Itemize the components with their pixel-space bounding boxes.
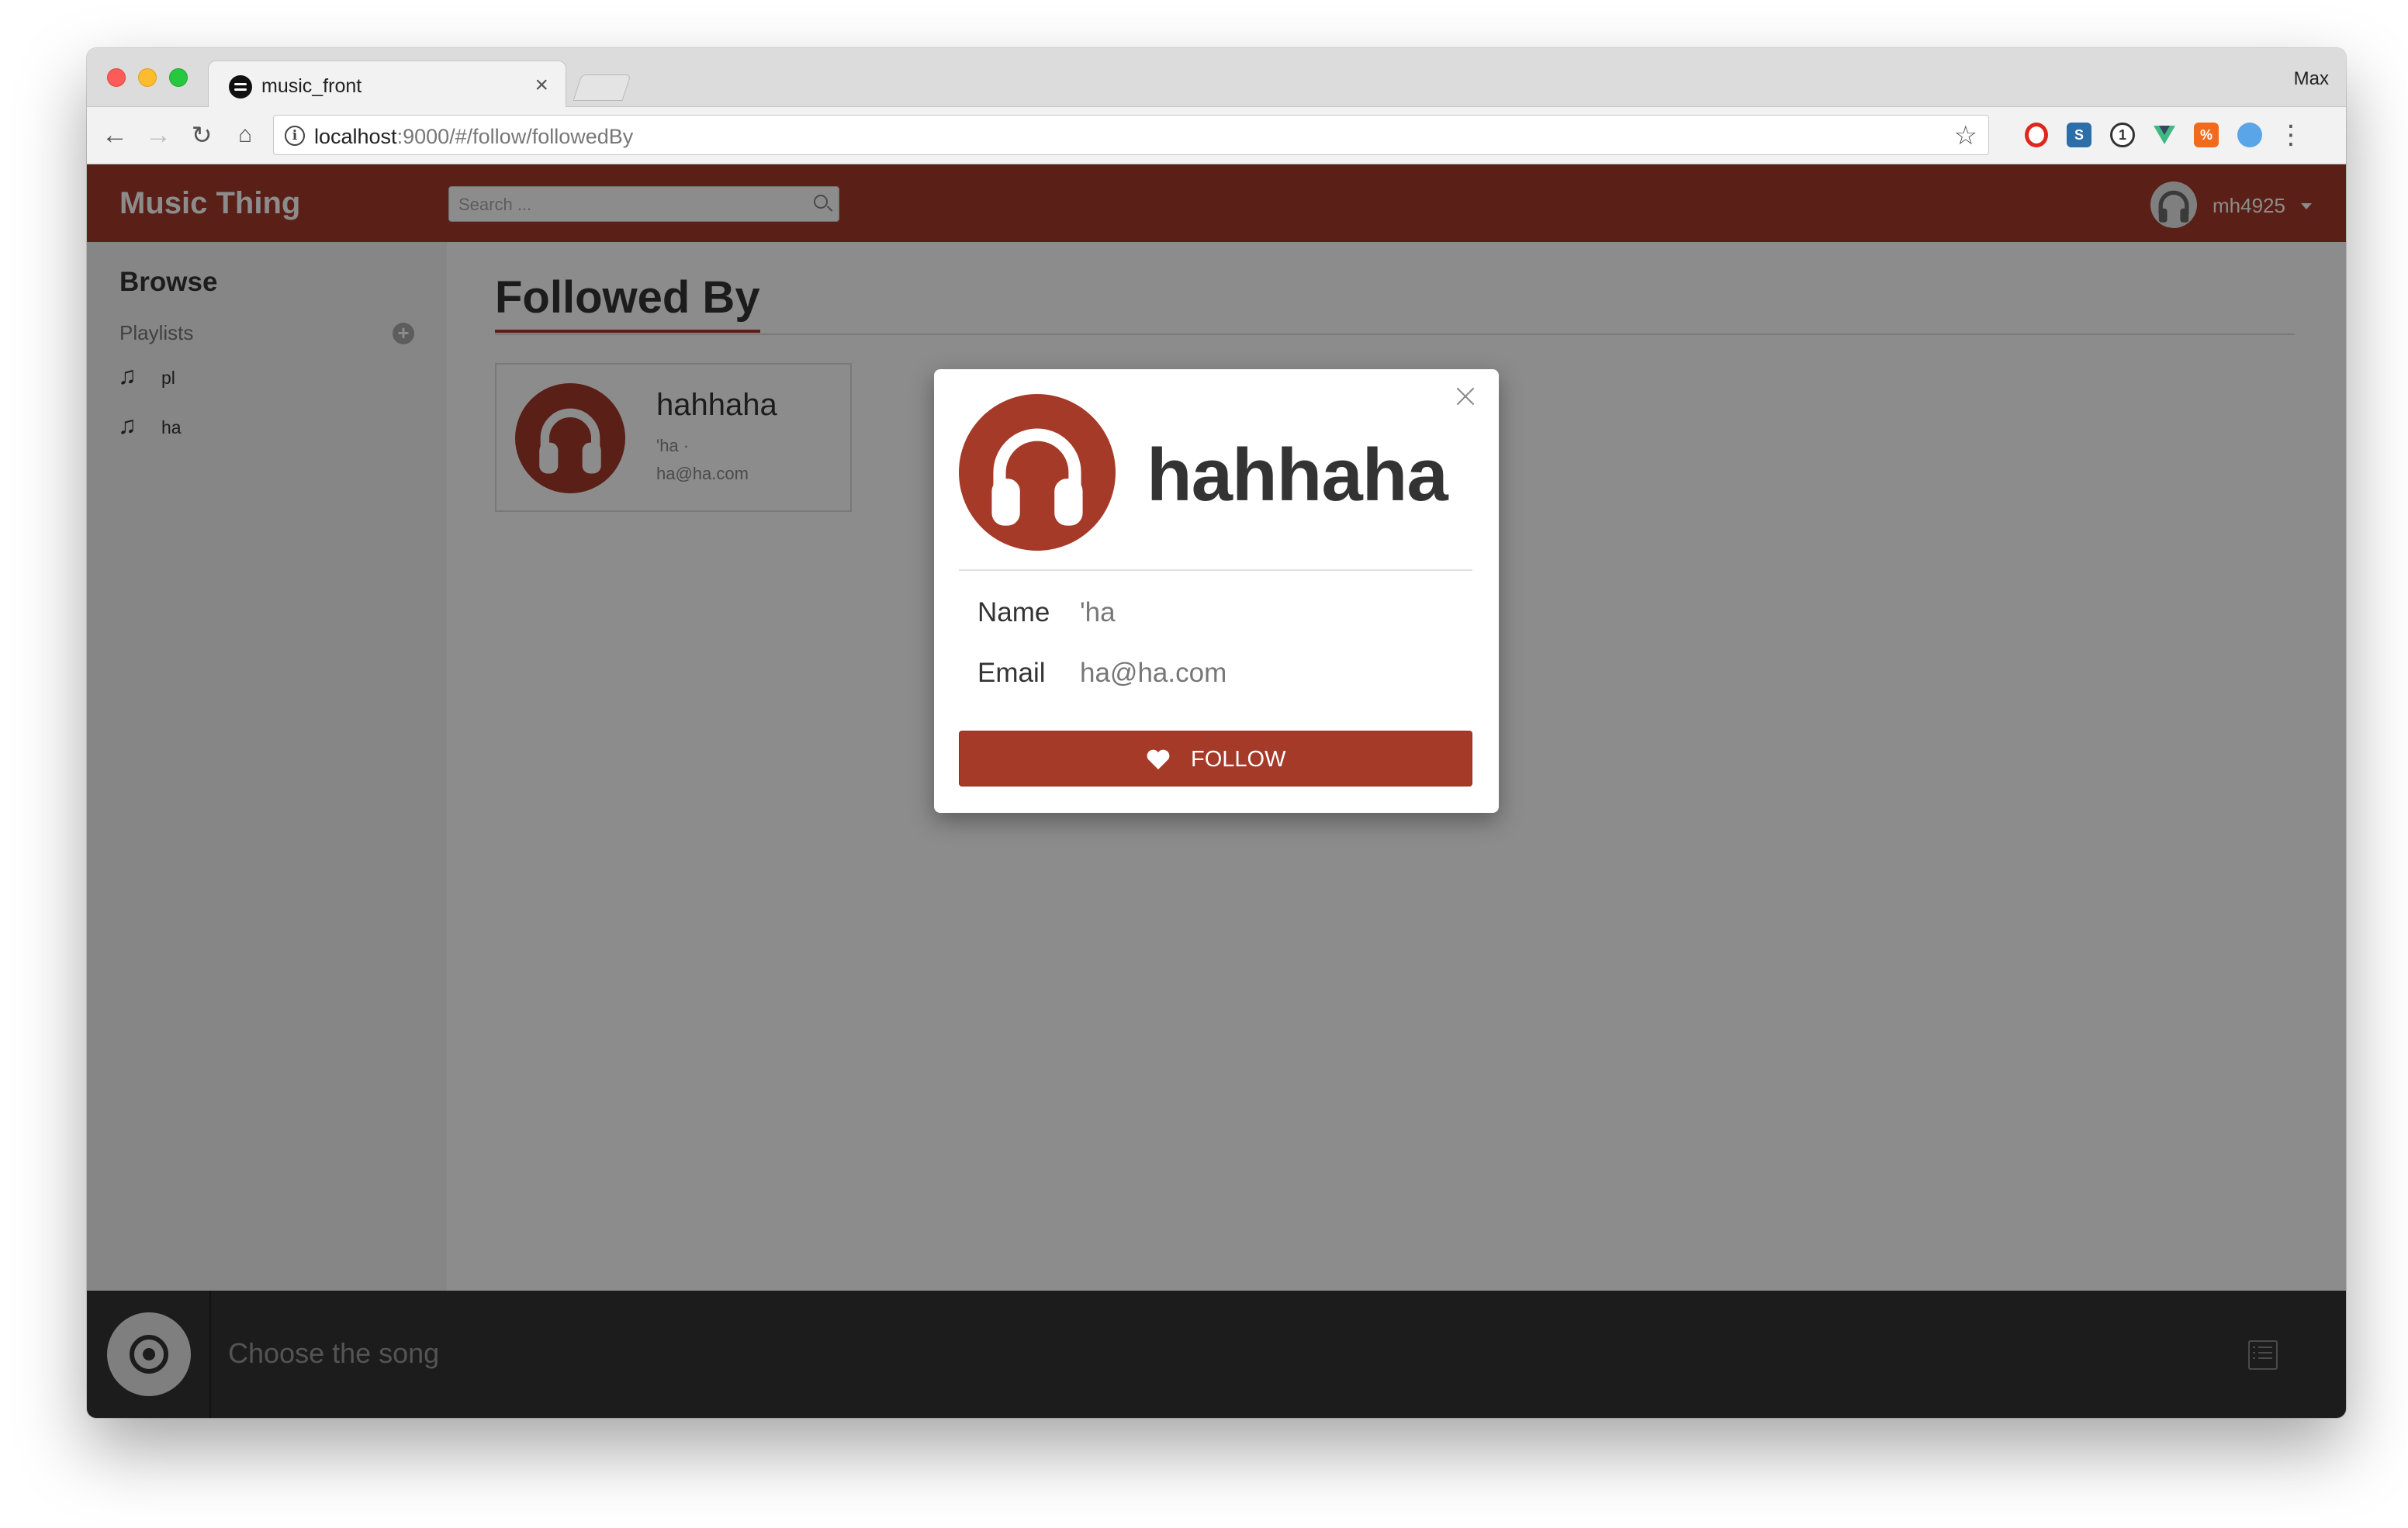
close-window-button[interactable] (107, 68, 126, 87)
browser-toolbar: ← → ↻ ⌂ i localhost:9000/#/follow/follow… (87, 107, 2346, 164)
back-arrow-icon[interactable]: ← (98, 118, 132, 152)
modal-username: hahhaha (1147, 434, 1448, 517)
blue-extension-icon[interactable] (2237, 123, 2262, 147)
headphones-icon (991, 428, 1083, 526)
follow-label: FOLLOW (1191, 747, 1286, 772)
opera-extension-icon[interactable] (2025, 123, 2048, 147)
heart-icon (1147, 749, 1170, 769)
maximize-window-button[interactable] (169, 68, 188, 87)
home-icon[interactable]: ⌂ (228, 118, 262, 152)
vue-devtools-icon[interactable] (2152, 123, 2177, 147)
name-value: 'ha (1080, 597, 1116, 627)
email-value: ha@ha.com (1080, 658, 1227, 688)
s-extension-icon[interactable]: S (2067, 123, 2091, 147)
tab-title: music_front (261, 75, 362, 97)
new-tab-button[interactable] (573, 74, 631, 101)
tab-strip: music_front × Max (87, 48, 2346, 109)
reload-icon[interactable]: ↻ (185, 118, 219, 152)
minimize-window-button[interactable] (138, 68, 157, 87)
tab-close-icon[interactable]: × (535, 72, 548, 99)
user-profile-modal: hahhaha Name 'ha Email ha@ha.com FOLLOW (934, 369, 1499, 813)
url-path: :9000/#/follow/followedBy (396, 125, 634, 148)
address-bar[interactable]: i localhost:9000/#/follow/followedBy ☆ (273, 115, 1989, 155)
name-label: Name (977, 597, 1050, 627)
modal-divider (959, 569, 1472, 571)
url-host: localhost (314, 125, 397, 148)
forward-arrow-icon[interactable]: → (141, 118, 175, 152)
email-label: Email (977, 658, 1046, 688)
browser-window: music_front × Max ← → ↻ ⌂ i localhost:90… (87, 48, 2346, 1418)
browser-tab[interactable]: music_front × (208, 60, 566, 109)
app: Music Thing mh4925 Browse Playlists (87, 164, 2346, 1418)
info-icon[interactable]: i (285, 126, 305, 146)
modal-avatar (959, 394, 1116, 551)
browser-profile-name[interactable]: Max (2294, 68, 2329, 90)
url-text[interactable]: localhost:9000/#/follow/followedBy (314, 125, 633, 149)
modal-backdrop-top[interactable] (87, 164, 2346, 242)
onepassword-extension-icon[interactable]: 1 (2110, 123, 2135, 147)
browser-menu-icon[interactable]: ⋮ (2278, 119, 2304, 150)
close-icon[interactable] (1454, 385, 1477, 408)
follow-button[interactable]: FOLLOW (959, 731, 1472, 786)
spotify-favicon-icon (229, 75, 252, 99)
bookmark-star-icon[interactable]: ☆ (1954, 120, 1977, 151)
percent-extension-icon[interactable]: % (2194, 123, 2219, 147)
